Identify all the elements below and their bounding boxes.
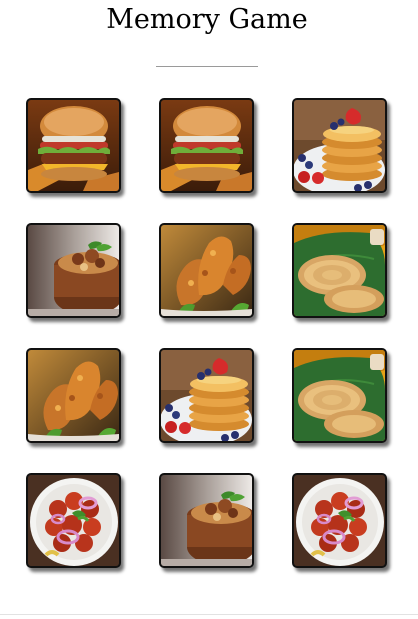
memory-card[interactable] [292, 473, 387, 568]
burger-image [161, 100, 252, 191]
memory-card[interactable] [292, 348, 387, 443]
memory-card[interactable] [26, 348, 121, 443]
memory-card[interactable] [26, 223, 121, 318]
chicken-65-image [28, 475, 119, 566]
memory-card[interactable] [159, 473, 254, 568]
card-grid [26, 98, 388, 568]
burger-image [28, 100, 119, 191]
memory-card[interactable] [159, 98, 254, 193]
memory-card[interactable] [292, 98, 387, 193]
footer-divider [0, 614, 418, 615]
biryani-image [161, 475, 252, 566]
chicken-65-image [294, 475, 385, 566]
pancakes-image [294, 100, 385, 191]
biryani-image [28, 225, 119, 316]
pancakes-image [161, 350, 252, 441]
memory-game-page: Memory Game [0, 0, 418, 619]
memory-card[interactable] [26, 473, 121, 568]
fried-chicken-image [161, 225, 252, 316]
title-divider [156, 66, 258, 67]
paratha-image [294, 225, 385, 316]
memory-card[interactable] [159, 223, 254, 318]
paratha-image [294, 350, 385, 441]
memory-card[interactable] [159, 348, 254, 443]
fried-chicken-image [28, 350, 119, 441]
memory-card[interactable] [26, 98, 121, 193]
memory-card[interactable] [292, 223, 387, 318]
page-title: Memory Game [106, 4, 308, 35]
